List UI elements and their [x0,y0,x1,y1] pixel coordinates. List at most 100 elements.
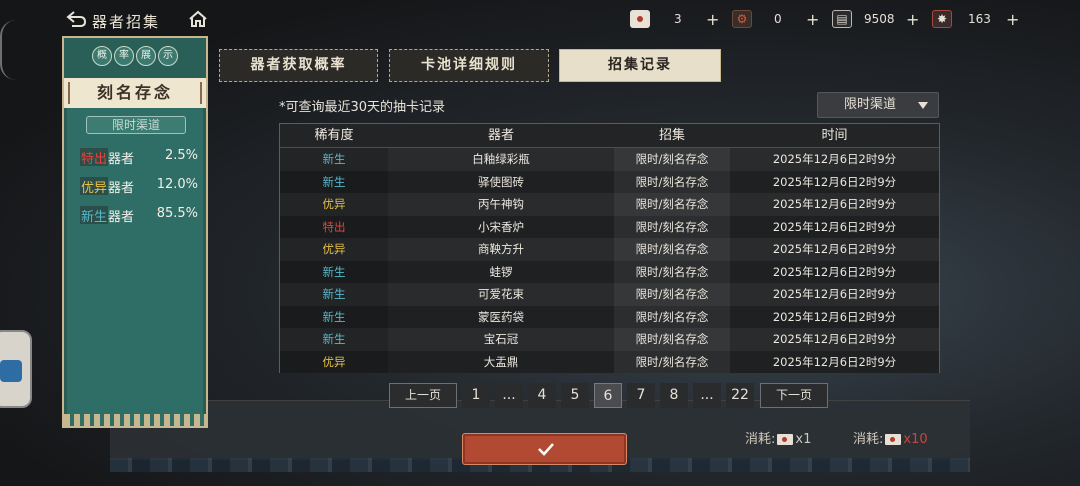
checkmark-icon [538,443,554,456]
rarity-cell: 特出 [280,215,388,238]
resource-value: 163 [968,12,991,26]
name-cell: 蒙医药袋 [478,309,524,324]
table-header: 稀有度 器者 招集 时间 [280,124,939,148]
page-button[interactable]: 22 [726,383,754,408]
name-cell: 大盂鼎 [483,354,519,369]
table-row: 新生 宝石冠 限时/刻名存念 2025年12月6日2时9分 [280,328,939,351]
channel-cell: 限时/刻名存念 [614,283,730,306]
time-cell: 2025年12月6日2时9分 [772,287,897,301]
gear-coin-icon: ⚙ [732,10,752,28]
next-page-button[interactable]: 下一页 [760,383,828,408]
page-button[interactable]: 8 [660,383,688,408]
table-row: 新生 蒙医药袋 限时/刻名存念 2025年12月6日2时9分 [280,305,939,328]
page-button[interactable]: 1 [462,383,490,408]
resource-gear-coin: ⚙ 0 [732,8,782,30]
name-cell: 驿使图砖 [478,174,524,189]
add-envelope-button[interactable]: + [706,8,719,30]
ten-summon-cost: 消耗: x10 [853,428,928,447]
add-gear-coin-button[interactable]: + [806,8,819,30]
channel-cell: 限时/刻名存念 [614,238,730,261]
cost-label: 消耗: [745,432,776,447]
page-ellipsis: ... [495,383,523,408]
name-cell: 小宋香炉 [478,219,524,234]
rarity-tag: 优异 [80,177,109,196]
page-ellipsis: ... [693,383,721,408]
page-button-current[interactable]: 6 [594,383,622,408]
column-header: 稀有度 [314,128,354,143]
name-cell: 宝石冠 [483,332,519,346]
name-cell: 丙午神钩 [478,197,524,211]
resource-scroll-coin: ▤ 9508 [832,8,895,30]
time-cell: 2025年12月6日2时9分 [772,174,897,189]
table-row: 新生 驿使图砖 限时/刻名存念 2025年12月6日2时9分 [280,170,939,193]
name-cell: 蛙锣 [489,264,513,279]
table-row: 特出 小宋香炉 限时/刻名存念 2025年12月6日2时9分 [280,215,939,238]
table-row: 新生 可爱花束 限时/刻名存念 2025年12月6日2时9分 [280,283,939,306]
page-button[interactable]: 5 [561,383,589,408]
channel-cell: 限时/刻名存念 [614,193,730,216]
single-summon-cost: 消耗: x1 [745,428,811,447]
resource-value: 0 [774,12,782,26]
time-cell: 2025年12月6日2时9分 [772,354,897,369]
rarity-cell: 新生 [280,305,388,328]
name-cell: 商鞅方升 [478,242,524,256]
confirm-button[interactable] [462,433,627,465]
name-cell: 白釉绿彩瓶 [472,152,530,166]
rarity-tag: 特出 [80,148,109,167]
channel-select[interactable]: 限时渠道 [817,92,939,118]
page-button[interactable]: 7 [627,383,655,408]
tab-acquire-rate[interactable]: 器者获取概率 [219,49,378,82]
envelope-icon [630,10,650,28]
column-header: 招集 [658,128,685,143]
time-cell: 2025年12月6日2时9分 [772,264,897,279]
time-cell: 2025年12月6日2时9分 [772,152,897,166]
back-arrow-icon[interactable] [66,10,88,28]
resource-ticket: ✸ 163 [932,8,991,30]
add-ticket-button[interactable]: + [1006,8,1019,30]
page-button[interactable]: 4 [528,383,556,408]
pool-name-banner: 刻名存念 [64,78,206,108]
envelope-icon [885,434,902,445]
resource-value: 9508 [864,12,895,26]
rarity-cell: 新生 [280,260,388,283]
home-icon[interactable] [188,10,208,28]
time-cell: 2025年12月6日2时9分 [772,197,897,211]
channel-cell: 限时/刻名存念 [614,215,730,238]
rarity-cell: 优异 [280,193,388,216]
table-body: 新生 白釉绿彩瓶 限时/刻名存念 2025年12月6日2时9分 新生 驿使图砖 限时/刻名… [280,148,939,373]
cost-x10: x10 [903,432,928,447]
cost-label: 消耗: [853,432,884,447]
prev-page-button[interactable]: 上一页 [389,383,457,408]
rate-value: 12.0% [156,177,198,192]
page-title: 器者招集 [92,13,161,31]
tab-summon-records[interactable]: 招集记录 [559,49,721,82]
resource-envelope: 3 [630,8,682,30]
query-note: *可查询最近30天的抽卡记录 [279,100,446,115]
table-row: 新生 蛙锣 限时/刻名存念 2025年12月6日2时9分 [280,260,939,283]
rate-display-title: 概 率 展 示 [92,46,178,66]
time-cell: 2025年12月6日2时9分 [772,332,897,346]
name-cell: 可爱花束 [478,287,524,301]
channel-select-value: 限时渠道 [844,97,897,112]
rarity-cell: 新生 [280,148,388,171]
table-row: 优异 丙午神钩 限时/刻名存念 2025年12月6日2时9分 [280,193,939,216]
resource-value: 3 [674,12,682,26]
column-header: 时间 [821,128,848,143]
rarity-cell: 新生 [280,328,388,351]
tab-pool-rules[interactable]: 卡池详细规则 [389,49,549,82]
time-cell: 2025年12月6日2时9分 [772,309,897,324]
rarity-cell: 新生 [280,283,388,306]
side-app-icon[interactable] [0,330,32,408]
rate-value: 2.5% [164,148,198,163]
top-bar: 器者招集 3 + ⚙ 0 + ▤ 9508 + ✸ 163 + [0,0,1080,38]
table-row: 新生 白釉绿彩瓶 限时/刻名存念 2025年12月6日2时9分 [280,148,939,171]
add-scroll-coin-button[interactable]: + [906,8,919,30]
table-row: 优异 大盂鼎 限时/刻名存念 2025年12月6日2时9分 [280,350,939,373]
rate-row-excellent: 优异 器者 12.0% [80,177,198,196]
rarity-cell: 新生 [280,170,388,193]
channel-cell: 限时/刻名存念 [614,148,730,171]
rate-display-panel: 概 率 展 示 刻名存念 限时渠道 特出 器者 2.5% 优异 器者 12.0% 新… [62,36,208,428]
envelope-icon [777,434,794,445]
dropdown-arrow-icon [918,102,928,109]
record-table: 稀有度 器者 招集 时间 新生 白釉绿彩瓶 限时/刻名存念 2025年12月6日2时9… [279,123,940,373]
